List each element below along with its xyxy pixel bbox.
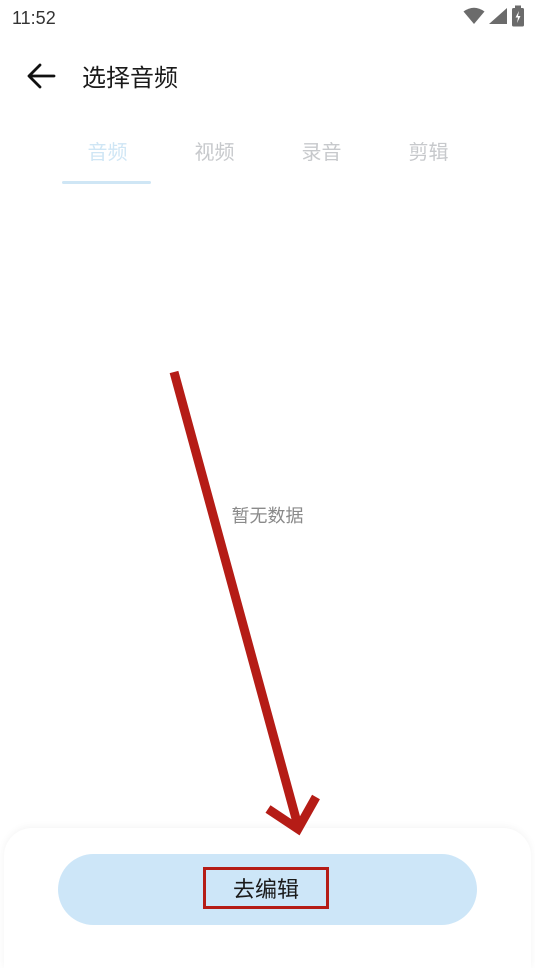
battery-charging-icon <box>511 5 525 31</box>
app-header: 选择音频 <box>0 50 535 106</box>
status-bar: 11:52 <box>0 0 535 36</box>
status-icons <box>463 5 525 31</box>
tab-active-indicator <box>62 181 151 184</box>
page-title: 选择音频 <box>82 64 178 92</box>
empty-state-text: 暂无数据 <box>231 506 304 527</box>
tab-label: 剪辑 <box>408 140 449 164</box>
tab-clips[interactable]: 剪辑 <box>375 128 482 186</box>
back-button[interactable] <box>24 62 58 94</box>
status-time: 11:52 <box>12 8 56 28</box>
wifi-icon <box>463 7 485 29</box>
tab-video[interactable]: 视频 <box>161 128 268 186</box>
media-tabs: 音频 视频 录音 剪辑 <box>54 128 482 186</box>
tab-audio[interactable]: 音频 <box>54 128 161 186</box>
signal-icon <box>488 7 508 29</box>
tab-label: 音频 <box>87 140 128 164</box>
tab-recording[interactable]: 录音 <box>268 128 375 186</box>
tab-label: 视频 <box>194 140 235 164</box>
tab-label: 录音 <box>301 140 342 164</box>
arrow-left-icon <box>26 62 56 94</box>
go-edit-button[interactable] <box>58 854 477 925</box>
